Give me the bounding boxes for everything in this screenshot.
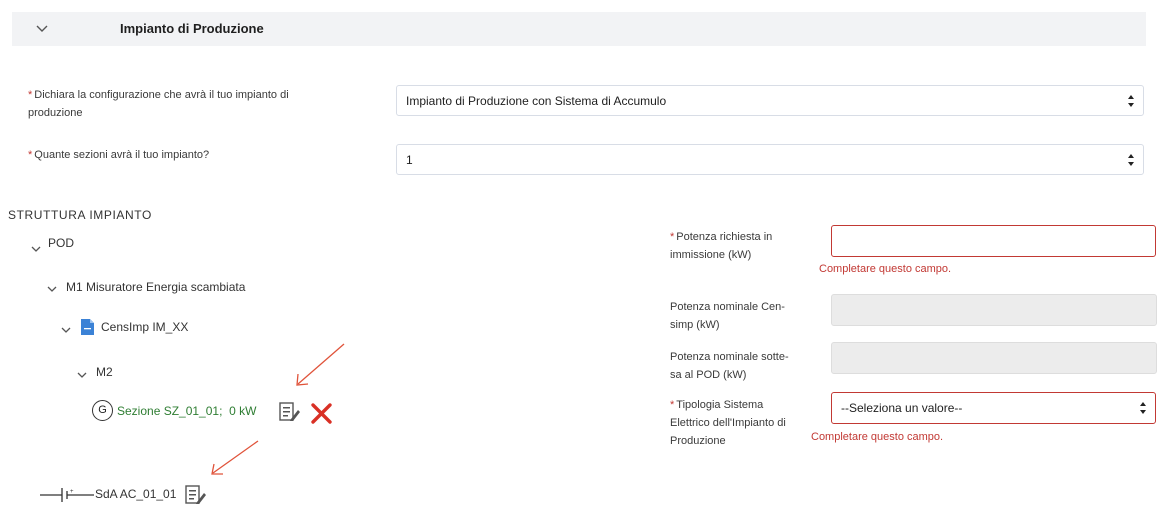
potenza-pod-input	[831, 342, 1157, 374]
annotation-arrow-icon	[211, 440, 259, 475]
config-select-value: Impianto di Produzione con Sistema di Ac…	[406, 94, 667, 108]
chevron-down-icon[interactable]	[46, 283, 58, 295]
section-title: Impianto di Produzione	[120, 21, 264, 36]
config-label-line1: Dichiara la configurazione che avrà il t…	[34, 89, 289, 101]
tipologia-error: Completare questo campo.	[811, 431, 944, 443]
tipologia-label-line1: Tipologia Sistema	[676, 399, 764, 411]
document-icon	[81, 319, 94, 335]
tipologia-select-value: --Seleziona un valore--	[841, 401, 963, 415]
structure-title: STRUTTURA IMPIANTO	[8, 208, 152, 222]
select-arrows-icon	[1128, 154, 1134, 166]
tipologia-label-line2: Elettrico dell'Impianto di	[670, 417, 786, 429]
chevron-down-icon[interactable]	[60, 324, 72, 336]
potenza-censimp-label-line1: Potenza nominale Cen-	[670, 301, 785, 313]
annotation-arrow-icon	[296, 343, 345, 386]
sezioni-label-text: Quante sezioni avrà il tuo impianto?	[34, 149, 210, 161]
potenza-pod-label: Potenza nominale sotte- sa al POD (kW)	[670, 348, 810, 384]
tree-node-m1[interactable]: M1 Misuratore Energia scambiata	[66, 280, 245, 294]
sezioni-select-value: 1	[406, 153, 413, 167]
required-asterisk: *	[670, 231, 675, 243]
potenza-pod-label-line2: sa al POD (kW)	[670, 369, 747, 381]
tipologia-select[interactable]: --Seleziona un valore--	[831, 392, 1156, 424]
config-label-line2: produzione	[28, 107, 83, 119]
edit-icon[interactable]	[279, 402, 301, 422]
chevron-down-icon[interactable]	[30, 243, 42, 255]
tipologia-label-line3: Produzione	[670, 435, 726, 447]
svg-text:+: +	[70, 489, 74, 495]
tree-node-sda[interactable]: SdA AC_01_01	[95, 487, 176, 501]
potenza-censimp-label-line2: simp (kW)	[670, 319, 720, 331]
section-header[interactable]: Impianto di Produzione	[12, 12, 1146, 46]
potenza-richiesta-label-line1: Potenza richiesta in	[676, 231, 773, 243]
tree-node-censimp[interactable]: CensImp IM_XX	[101, 320, 188, 334]
potenza-richiesta-label-line2: immissione (kW)	[670, 249, 752, 261]
delete-icon[interactable]	[310, 402, 333, 425]
required-asterisk: *	[670, 399, 675, 411]
sezioni-label: * Quante sezioni avrà il tuo impianto?	[28, 146, 209, 164]
config-select[interactable]: Impianto di Produzione con Sistema di Ac…	[396, 85, 1144, 116]
battery-icon: +	[40, 488, 94, 502]
config-label: * Dichiara la configurazione che avrà il …	[28, 86, 358, 122]
chevron-down-icon[interactable]	[34, 20, 50, 36]
select-arrows-icon	[1128, 95, 1134, 107]
required-asterisk: *	[28, 89, 33, 101]
chevron-down-icon[interactable]	[76, 369, 88, 381]
generator-badge: G	[92, 400, 113, 421]
potenza-censimp-label: Potenza nominale Cen- simp (kW)	[670, 298, 810, 334]
required-asterisk: *	[28, 149, 33, 161]
tree-node-pod[interactable]: POD	[48, 236, 74, 250]
edit-icon[interactable]	[185, 485, 207, 505]
sezione-link[interactable]: Sezione SZ_01_01; 0 kW	[117, 404, 256, 418]
potenza-richiesta-input[interactable]	[831, 225, 1156, 257]
potenza-richiesta-label: * Potenza richiesta in immissione (kW)	[670, 228, 810, 264]
select-arrows-icon	[1140, 402, 1146, 414]
sezioni-select[interactable]: 1	[396, 144, 1144, 175]
tree-node-m2[interactable]: M2	[96, 365, 113, 379]
potenza-censimp-input	[831, 294, 1157, 326]
potenza-pod-label-line1: Potenza nominale sotte-	[670, 351, 789, 363]
potenza-richiesta-error: Completare questo campo.	[819, 263, 952, 275]
sezione-kw: 0 kW	[229, 404, 257, 418]
generator-badge-text: G	[98, 404, 107, 416]
sezione-name: Sezione SZ_01_01;	[117, 404, 223, 418]
tipologia-label: * Tipologia Sistema Elettrico dell'Impian…	[670, 396, 810, 450]
